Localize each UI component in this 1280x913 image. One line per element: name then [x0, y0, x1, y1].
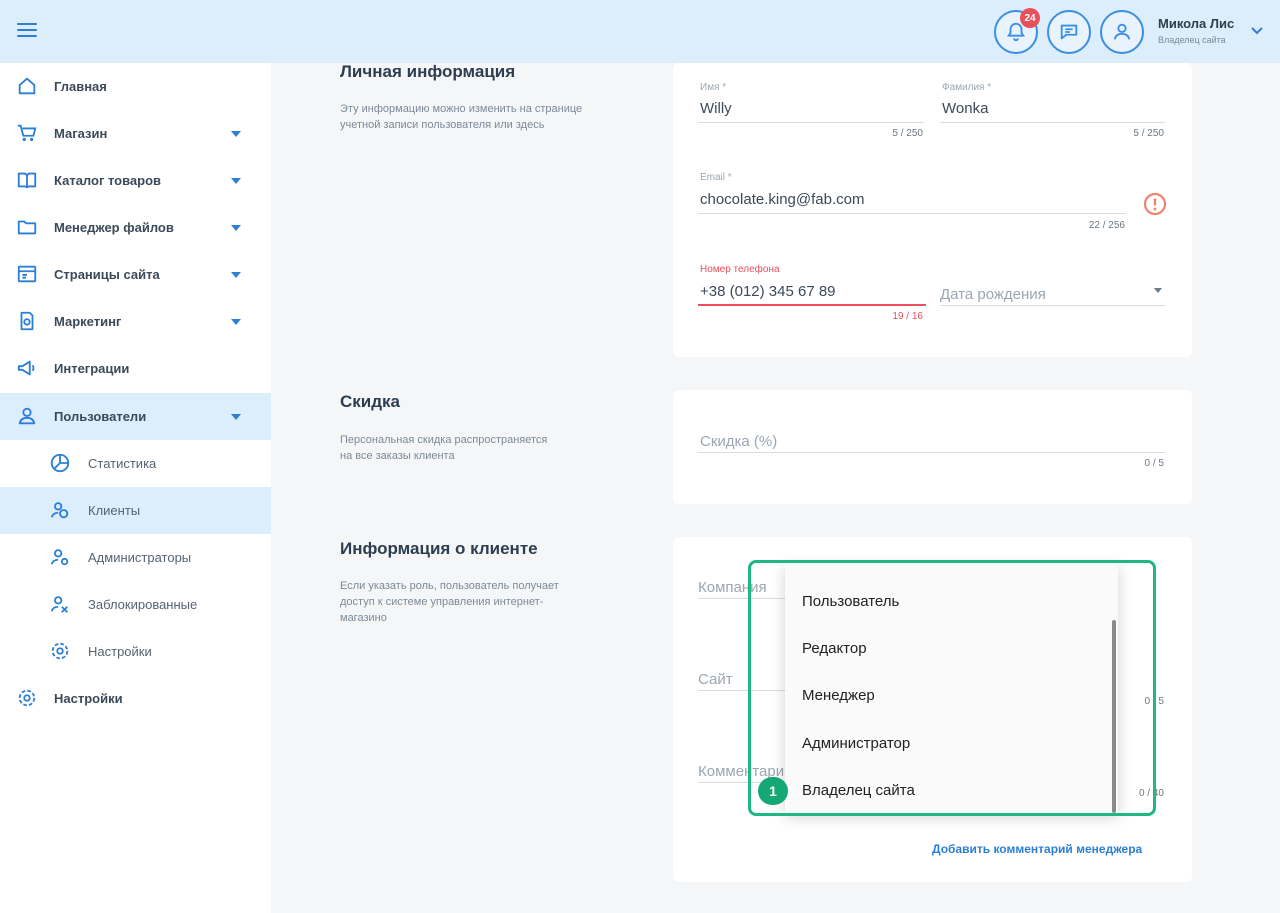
last-name-counter: 5 / 250 — [1133, 128, 1164, 139]
birth-date-select[interactable]: Дата рождения — [940, 286, 1046, 303]
user-icon — [1113, 23, 1131, 40]
first-name-counter: 5 / 250 — [892, 128, 923, 139]
sidebar-item-home[interactable]: Главная — [0, 63, 271, 110]
email-underline — [698, 213, 1126, 214]
dropdown-arrow-icon[interactable] — [1154, 288, 1162, 293]
caret-down-icon — [231, 319, 241, 325]
sidebar-item-label: Маркетинг — [54, 314, 122, 329]
caret-down-icon — [231, 131, 241, 137]
sidebar-item-label: Магазин — [54, 126, 108, 141]
sidebar-item-label: Страницы сайта — [54, 267, 160, 282]
personal-info-card — [673, 63, 1192, 357]
cart-icon — [17, 124, 37, 142]
birth-date-underline — [940, 305, 1165, 306]
sidebar-item-label: Интеграции — [54, 361, 130, 376]
caret-down-icon — [231, 225, 241, 231]
sidebar-item-label: Менеджер файлов — [54, 220, 174, 235]
sidebar-item-shop[interactable]: Магазин — [0, 110, 271, 157]
folder-icon — [17, 220, 37, 235]
sidebar-item-file-manager[interactable]: Менеджер файлов — [0, 204, 271, 251]
sidebar-item-users[interactable]: Пользователи — [0, 393, 271, 440]
sidebar-item-label: Главная — [54, 79, 107, 94]
sidebar-item-catalog[interactable]: Каталог товаров — [0, 157, 271, 204]
first-name-field[interactable]: Willy — [700, 100, 732, 117]
sidebar-subitem-admins[interactable]: Администраторы — [0, 534, 271, 581]
error-icon — [1143, 192, 1167, 216]
gear-icon — [18, 689, 36, 707]
discount-description: Персональная скидка распространяется на … — [340, 434, 548, 462]
first-name-underline — [698, 122, 924, 123]
caret-down-icon — [231, 178, 241, 184]
gear-icon — [51, 642, 69, 660]
phone-counter: 19 / 16 — [892, 311, 923, 322]
last-name-underline — [940, 122, 1165, 123]
last-name-field[interactable]: Wonka — [942, 100, 988, 117]
home-icon — [18, 77, 36, 95]
sidebar-subitem-label: Заблокированные — [88, 597, 198, 612]
megaphone-icon — [17, 360, 35, 376]
email-label: Email * — [700, 172, 732, 183]
annotation-step-badge: 1 — [758, 777, 788, 805]
notifications-button[interactable]: 24 — [994, 8, 1040, 54]
first-name-label: Имя * — [700, 82, 727, 93]
caret-down-icon — [231, 272, 241, 278]
menu-icon[interactable] — [17, 23, 37, 39]
messages-button[interactable] — [1047, 10, 1091, 54]
sidebar-item-pages[interactable]: Страницы сайта — [0, 251, 271, 298]
discount-underline — [698, 452, 1165, 453]
personal-info-title: Личная информация — [340, 62, 516, 81]
admin-icon — [50, 549, 69, 566]
book-icon — [17, 172, 37, 189]
sidebar-subitem-statistics[interactable]: Статистика — [0, 440, 271, 487]
top-header: 24 Микола Лис Владелец сайта — [0, 0, 1280, 63]
notification-count-badge: 24 — [1020, 8, 1040, 28]
email-counter: 22 / 256 — [1088, 220, 1125, 231]
annotation-highlight — [748, 560, 1156, 816]
marketing-icon — [20, 311, 34, 331]
users-icon — [18, 407, 36, 425]
sidebar-subitem-blocked[interactable]: Заблокированные — [0, 581, 271, 628]
discount-title: Скидка — [340, 392, 400, 411]
sidebar-subitem-settings[interactable]: Настройки — [0, 628, 271, 675]
user-name[interactable]: Микола Лис — [1158, 16, 1234, 31]
sidebar: Главная Магазин Каталог товаров Менеджер… — [0, 63, 271, 913]
caret-down-icon — [231, 414, 241, 420]
site-input[interactable]: Сайт — [698, 671, 733, 688]
blocked-user-icon — [50, 596, 68, 613]
pages-icon — [17, 265, 37, 283]
profile-button[interactable] — [1100, 10, 1144, 54]
sidebar-item-settings[interactable]: Настройки — [0, 675, 271, 722]
sidebar-item-label: Настройки — [54, 691, 123, 706]
sidebar-item-marketing[interactable]: Маркетинг — [0, 298, 271, 345]
discount-counter: 0 / 5 — [1144, 458, 1164, 469]
add-manager-comment-link[interactable]: Добавить комментарий менеджера — [932, 842, 1142, 856]
discount-input[interactable]: Скидка (%) — [700, 433, 777, 450]
sidebar-item-label: Каталог товаров — [54, 173, 162, 188]
chat-icon — [1060, 24, 1078, 40]
personal-info-description: Эту информацию можно изменить на страниц… — [340, 103, 583, 131]
last-name-label: Фамилия * — [942, 82, 992, 93]
sidebar-subitem-label: Клиенты — [88, 503, 141, 518]
client-icon — [50, 502, 69, 519]
sidebar-item-integrations[interactable]: Интеграции — [0, 345, 271, 392]
chevron-down-icon[interactable] — [1250, 26, 1264, 36]
phone-field[interactable]: +38 (012) 345 67 89 — [700, 283, 836, 300]
sidebar-subitem-label: Администраторы — [88, 550, 192, 565]
email-field[interactable]: chocolate.king@fab.com — [700, 191, 864, 208]
client-info-description: Если указать роль, пользователь получает… — [340, 580, 559, 624]
sidebar-item-label: Пользователи — [54, 409, 147, 424]
user-role: Владелец сайта — [1158, 35, 1226, 45]
sidebar-subitem-label: Статистика — [88, 456, 157, 471]
pie-chart-icon — [50, 453, 70, 473]
sidebar-subitem-label: Настройки — [88, 644, 152, 659]
phone-underline — [698, 304, 926, 306]
phone-label: Номер телефона — [700, 264, 780, 275]
client-info-title: Информация о клиенте — [340, 539, 538, 558]
sidebar-subitem-clients[interactable]: Клиенты — [0, 487, 271, 534]
